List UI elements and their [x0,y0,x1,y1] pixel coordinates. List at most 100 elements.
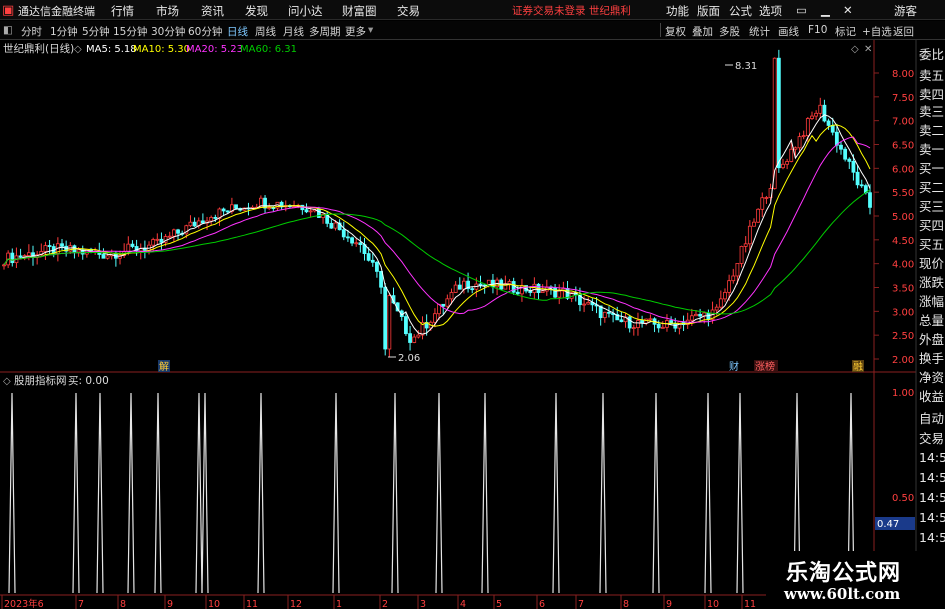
sidebar-item[interactable]: 自动 [919,408,944,427]
restore-rights-button[interactable]: 复权 [665,24,686,39]
period-tab-daily[interactable]: 日线 [227,24,248,39]
chart-close-icon[interactable]: ✕ [864,44,872,55]
candle-body [142,248,147,251]
menu-item-ask[interactable]: 问小达 [288,3,323,19]
toolbar-divider [660,23,661,37]
candle-body [781,163,785,169]
candle-body [619,319,624,323]
candle-body [31,252,35,258]
menu-item-layout[interactable]: 版面 [697,3,720,19]
event-marker-top-gainer[interactable]: 涨榜 [755,360,775,373]
add-favorite-button[interactable]: +自选 [862,24,892,39]
candle-body [756,208,761,223]
indicator-tick-top: 1.00 [892,388,914,399]
period-tab-30min[interactable]: 30分钟 [151,24,185,39]
candle-body [176,229,180,234]
period-tab-weekly[interactable]: 周线 [255,24,276,39]
time-tick-label: 7 [578,599,584,609]
price-tick-label: 6.50 [892,141,914,152]
candle-body [793,147,798,150]
sidebar-item: 涨幅 [919,294,945,309]
chart-option-icon[interactable]: ◇ [851,44,859,55]
menu-bar: ▣ 通达信金融终端 行情 市场 资讯 发现 问小达 财富圈 交易 证券交易未登录… [0,0,945,20]
candle-body [851,160,856,173]
sidebar-item: 14:56 [919,490,945,505]
event-marker-margin[interactable]: 融 [853,361,863,373]
back-button[interactable]: 返回 [893,24,914,39]
candle-body [553,287,557,298]
candle-body [462,280,466,290]
overlay-button[interactable]: 叠加 [692,24,713,39]
sidebar-item: 14:56 [919,530,945,545]
candle-body [470,288,475,291]
candle-body [540,290,545,293]
candle-body [188,221,193,227]
chart-title: 世纪鼎利(日线) [3,42,74,55]
more-dropdown-icon[interactable]: ▾ [368,24,373,36]
time-tick-label: 8 [623,599,629,609]
candle-body [698,313,703,317]
menu-item-formula[interactable]: 公式 [729,3,752,19]
candle-body [859,184,864,187]
period-tab-60min[interactable]: 60分钟 [188,24,222,39]
sidebar-item[interactable]: 交易 [919,428,944,447]
candle-body [171,229,176,237]
candle-body [478,283,483,286]
indicator-current-value: 0.47 [877,519,899,530]
candle-body [818,104,823,114]
menu-item-trade[interactable]: 交易 [397,3,420,19]
period-tab-15min[interactable]: 15分钟 [113,24,147,39]
period-tab-1min[interactable]: 1分钟 [50,24,78,39]
multi-stock-button[interactable]: 多股 [719,24,740,39]
f10-button[interactable]: F10 [808,24,827,36]
event-marker-unlock[interactable]: 解 [159,360,169,373]
mark-button[interactable]: 标记 [835,24,856,39]
indicator-spike [704,392,712,594]
candle-body [387,295,392,350]
candle-body [586,302,591,305]
menu-item-market[interactable]: 行情 [111,3,134,19]
candle-body [752,221,756,227]
draw-line-button[interactable]: 画线 [778,24,799,39]
indicator-spike [552,392,560,594]
candle-body [735,263,740,277]
time-tick-label: 10 [208,599,220,609]
candle-body [449,292,454,300]
candle-body [714,306,719,311]
candle-body [607,311,611,314]
account-icon[interactable]: ▭ [796,3,807,17]
menu-item-markets[interactable]: 市场 [156,3,179,19]
minimize-icon[interactable]: ▁ [821,3,830,17]
candle-body [43,245,48,252]
sidebar-item: 外盘 [919,332,945,347]
candle-body [26,252,31,256]
candle-body [839,144,843,150]
menu-item-function[interactable]: 功能 [666,3,689,19]
candle-body [694,313,698,317]
period-tab-more[interactable]: 更多 [345,24,366,39]
user-label[interactable]: 游客 [894,3,917,19]
event-marker-finance[interactable]: 财 [729,360,739,373]
candle-body [507,281,512,285]
indicator-spike [652,392,660,594]
period-tab-time[interactable]: 分时 [21,24,42,39]
menu-item-wealth[interactable]: 财富圈 [342,3,377,19]
panel-toggle-icon[interactable]: ◧ [3,24,13,36]
indicator-settings-icon[interactable]: ◇ [3,376,11,387]
chart-area[interactable]: 世纪鼎利(日线) ◇ MA5: 5.18 MA10: 5.30 MA20: 5.… [0,40,945,609]
period-tab-multi[interactable]: 多周期 [309,24,341,39]
candle-body [333,222,338,229]
login-notice[interactable]: 证券交易未登录 世纪鼎利 [512,3,631,18]
menu-item-news[interactable]: 资讯 [201,3,224,19]
menu-item-options[interactable]: 选项 [759,3,782,19]
candle-body [776,57,781,169]
chart-settings-icon[interactable]: ◇ [74,44,82,55]
period-tab-monthly[interactable]: 月线 [283,24,304,39]
period-tab-5min[interactable]: 5分钟 [82,24,110,39]
menu-item-discover[interactable]: 发现 [245,3,268,19]
close-window-icon[interactable]: ✕ [843,3,853,17]
candle-body [689,315,694,321]
candle-body [660,326,665,329]
time-tick-label: 9 [167,599,173,609]
statistics-button[interactable]: 统计 [749,24,770,39]
